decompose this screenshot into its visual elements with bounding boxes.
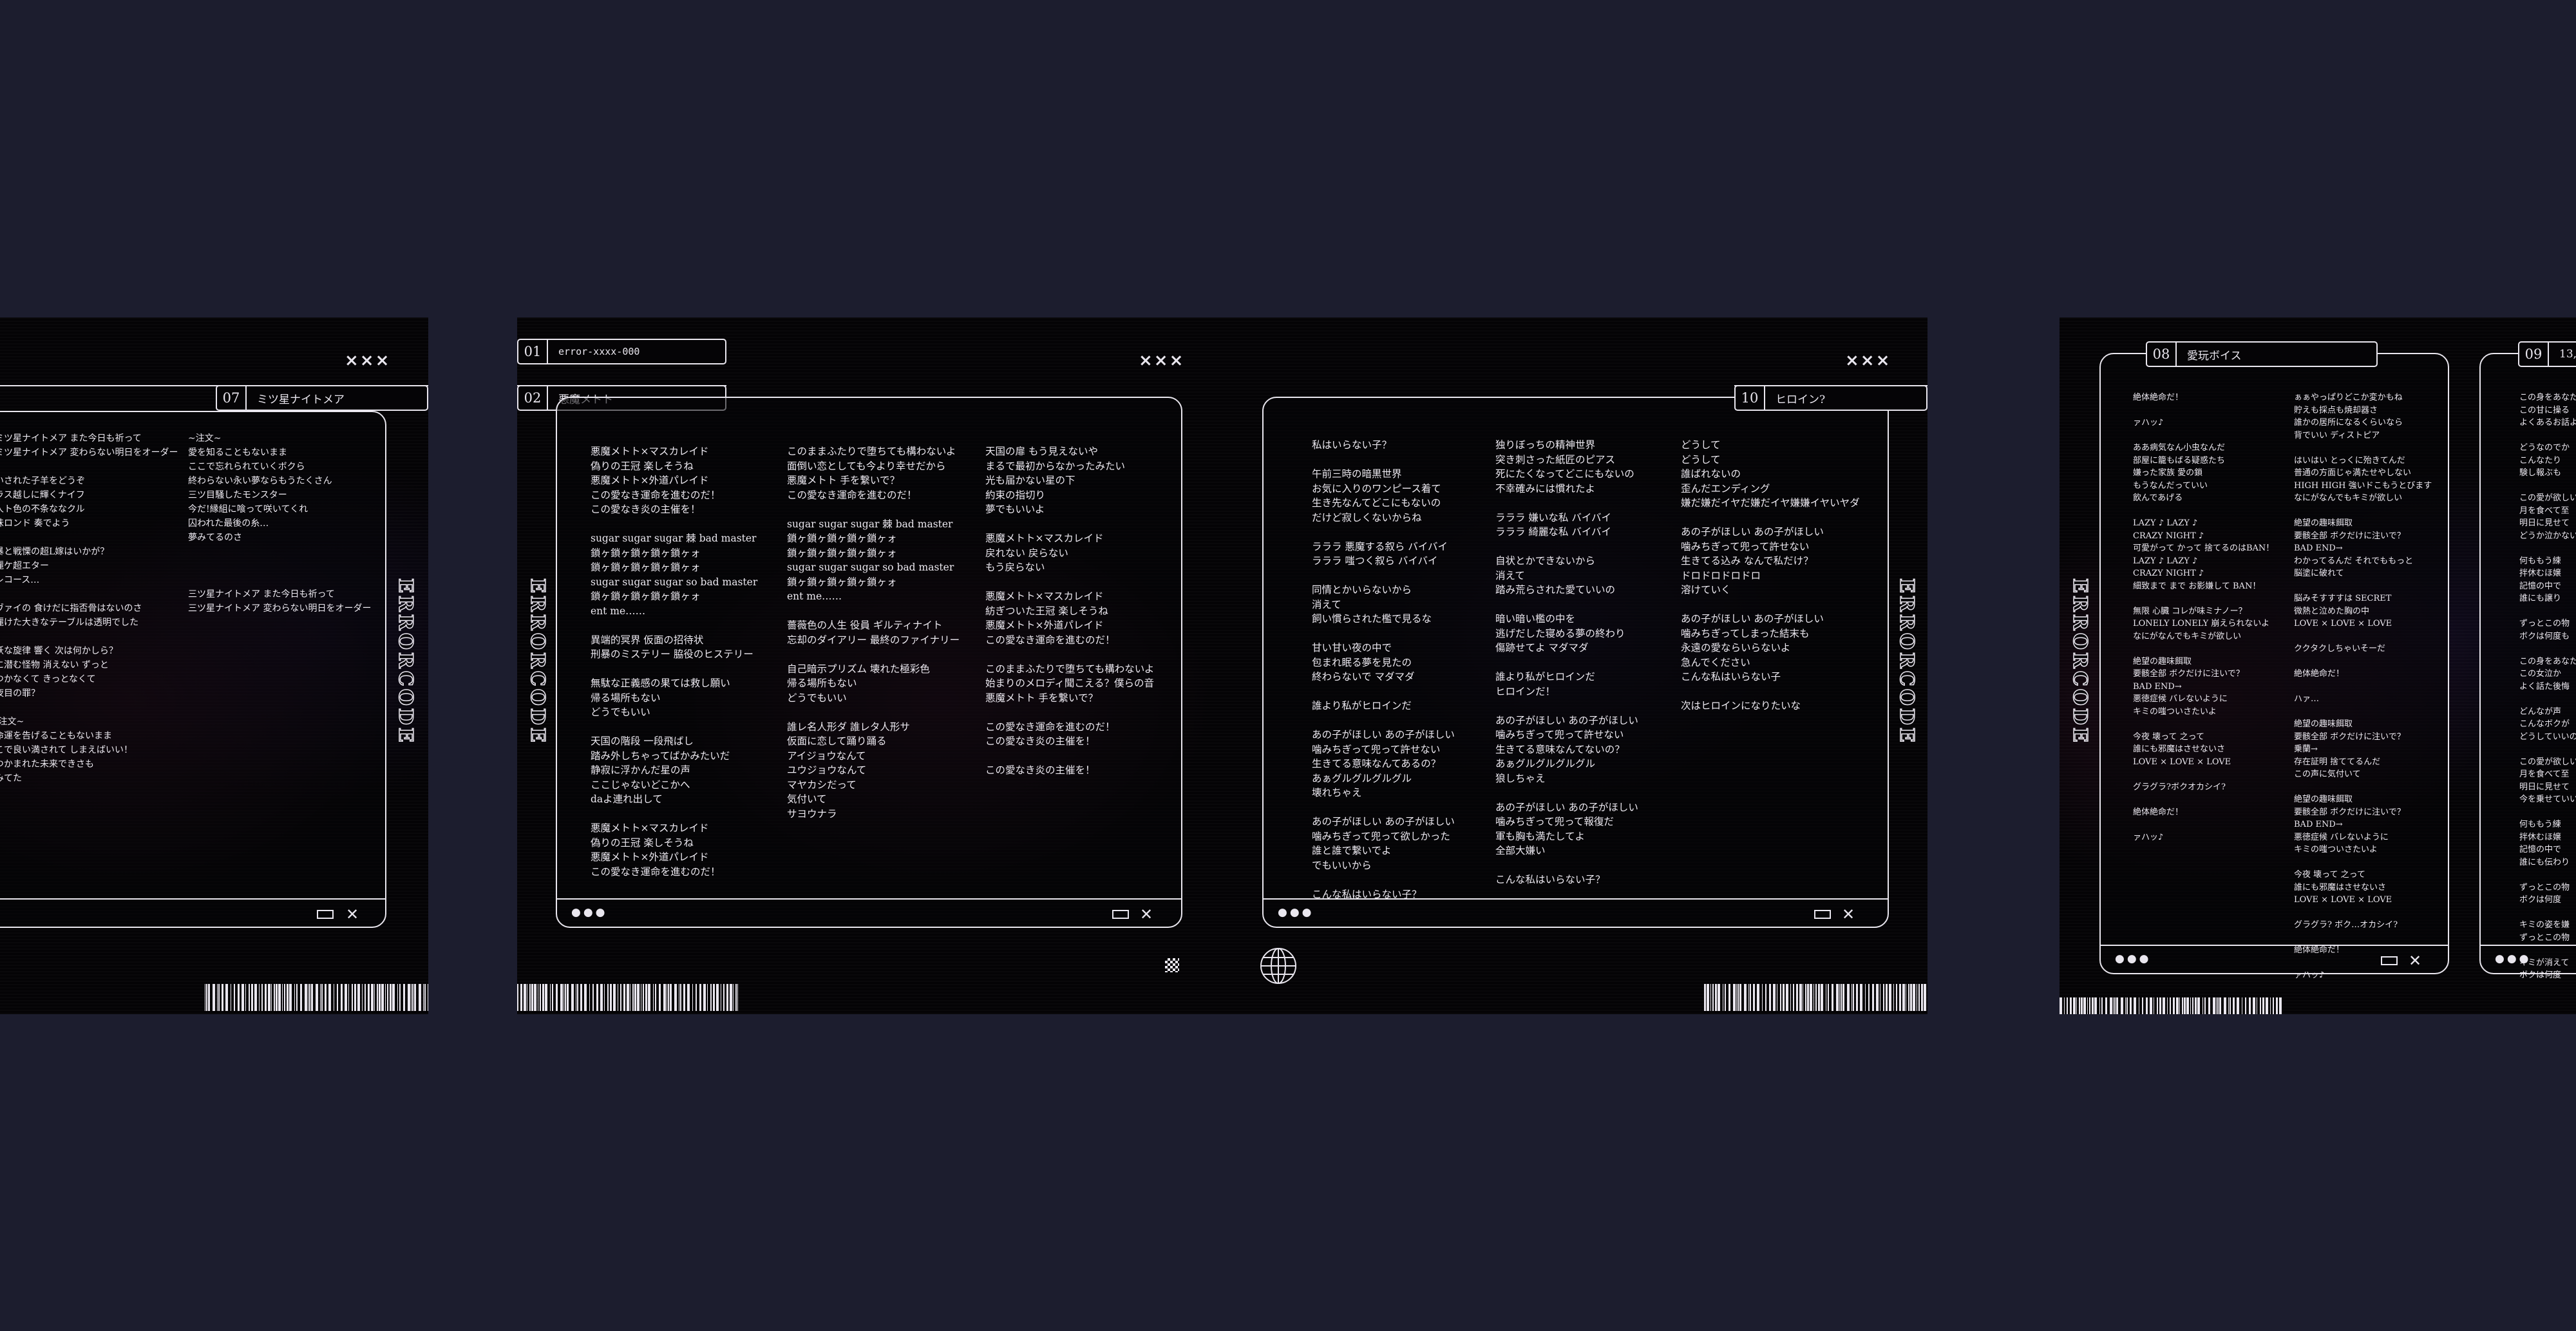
track-tab[interactable]: 01 error-xxxx-000 (517, 339, 726, 364)
lyrics-column: 独りぼっちの精神世界 突き刺さった紙匠のピアス 死にたくなってどこにもないの 不… (1495, 439, 1638, 885)
track-title: 13, (2559, 348, 2576, 361)
track-tab[interactable]: 07 ミツ星ナイトメア (216, 385, 428, 411)
window-bottom-bar: ●●● ✕ (557, 898, 1181, 927)
window-dots[interactable]: ●●● (571, 906, 608, 919)
window-dots[interactable]: ●●● (2495, 952, 2532, 965)
barcode (1704, 984, 1926, 1011)
brand-vertical: ERRORCODE (526, 578, 549, 745)
lyrics-column: 悪魔メトト×マスカレイド 偽りの王冠 楽しそうね 悪魔メトト×外道パレイド この… (591, 446, 758, 878)
maximize-icon[interactable] (1112, 910, 1129, 919)
lyric-card-3: ERRORCODE 絶体絶命だ！ ァハッ♪ ああ病気なん小虫なんだ 部屋に籠もば… (2060, 317, 2576, 1014)
track-tab[interactable]: 09 13, (2518, 341, 2576, 367)
close-icon[interactable]: ✕ (1140, 907, 1153, 922)
track-number: 09 (2519, 343, 2549, 366)
track-tab[interactable]: 08 愛玩ボイス (2146, 341, 2378, 367)
barcode (2060, 997, 2282, 1014)
lyrics-column: 天国の扉 もう見えないや まるで最初からなかったみたい 光も届かない星の下 約束… (985, 446, 1155, 776)
close-icon[interactable]: ✕ (1842, 907, 1855, 922)
lyrics-column: ~注文~ 愛を知ることもないまま ここで忘れられていくボクら 終わらない永い夢な… (188, 433, 372, 614)
lyrics-window: この身をあなた この甘に操る よくあるお話よ どうなのでか こんなたり 験し報ぶ… (2479, 353, 2576, 980)
lyrics-column: この身をあなた この甘に操る よくあるお話よ どうなのでか こんなたり 験し報ぶ… (2519, 393, 2576, 980)
barcode (205, 984, 428, 1011)
checker-icon (1165, 958, 1179, 972)
track-number: 08 (2147, 343, 2177, 366)
lyric-card-2: 01 error-xxxx-000 02 悪魔メトト ××× ERRORCODE… (517, 317, 1927, 1014)
brand-vertical: ERRORCODE (1895, 578, 1918, 745)
lyric-card-1: ××× 07 ミツ星ナイトメア ミツ星ナイトメア また今日も祈って ミツ星ナイト… (0, 317, 428, 1014)
maximize-icon[interactable] (317, 910, 334, 919)
window-dots[interactable]: ●●● (2115, 952, 2152, 965)
window-bottom-bar: ●●● (2481, 945, 2576, 973)
lyrics-column: ミツ星ナイトメア また今日も祈って ミツ星ナイトメア 変わらない明日をオーダー … (0, 433, 178, 784)
track-number: 10 (1736, 386, 1765, 410)
track-title: 愛玩ボイス (2187, 349, 2242, 363)
lyrics-column: このままふたりで堕ちても構わないよ 面倒い恋としても今より幸せだから 悪魔メトト… (787, 446, 960, 820)
maximize-icon[interactable] (2381, 956, 2398, 965)
window-bottom-bar: ●●● ✕ (1264, 898, 1888, 927)
maximize-icon[interactable] (1814, 910, 1831, 919)
track-title: ヒロイン? (1776, 393, 1826, 406)
close-marks[interactable]: ××× (1845, 351, 1891, 370)
track-number: 01 (518, 340, 548, 363)
lyrics-window: ERRORCODE 悪魔メトト×マスカレイド 偽りの王冠 楽しそうね 悪魔メトト… (526, 397, 1182, 928)
window-dots[interactable]: ●●● (1278, 906, 1314, 919)
globe-icon (1260, 948, 1296, 984)
close-icon[interactable]: ✕ (2409, 953, 2421, 968)
track-number: 07 (217, 386, 247, 410)
close-marks[interactable]: ××× (345, 351, 390, 370)
window-bottom-bar: ●●● ✕ (2101, 945, 2448, 973)
track-number: 02 (518, 386, 548, 410)
lyrics-column: どうして どうして 誰ばれないの 歪んだエンディング 嫌だ嫌だイヤだ嫌だイヤ嫌嫌… (1681, 439, 1860, 712)
track-tab[interactable]: 10 ヒロイン? (1734, 385, 1927, 411)
lyrics-window: ミツ星ナイトメア また今日も祈って ミツ星ナイトメア 変わらない明日をオーダー … (0, 411, 386, 928)
lyrics-column: ぁぁやっぱりどこか変かもね 貯えも採点も焼却器さ 誰かの居所になるくらいなら 背… (2294, 393, 2432, 980)
brand-vertical: ERRORCODE (2068, 578, 2092, 745)
brand-vertical: ERRORCODE (393, 578, 417, 745)
track-title: error-xxxx-000 (558, 346, 640, 357)
barcode (517, 984, 738, 1011)
lyrics-window: 私はいらない子？ 午前三時の暗黒世界 お気に入りのワンピース着て 生き先なんてど… (1262, 397, 1889, 928)
lyrics-window: 絶体絶命だ！ ァハッ♪ ああ病気なん小虫なんだ 部屋に籠もばる疑惑たち 嫌った家… (2099, 353, 2449, 980)
close-icon[interactable]: ✕ (346, 907, 359, 922)
lyrics-column: 私はいらない子？ 午前三時の暗黒世界 お気に入りのワンピース着て 生き先なんてど… (1312, 439, 1455, 900)
close-marks[interactable]: ××× (1139, 351, 1184, 370)
lyrics-column: 絶体絶命だ！ ァハッ♪ ああ病気なん小虫なんだ 部屋に籠もばる疑惑たち 嫌った家… (2133, 393, 2275, 842)
window-bottom-bar: ✕ (0, 898, 385, 927)
track-title: ミツ星ナイトメア (257, 393, 345, 406)
